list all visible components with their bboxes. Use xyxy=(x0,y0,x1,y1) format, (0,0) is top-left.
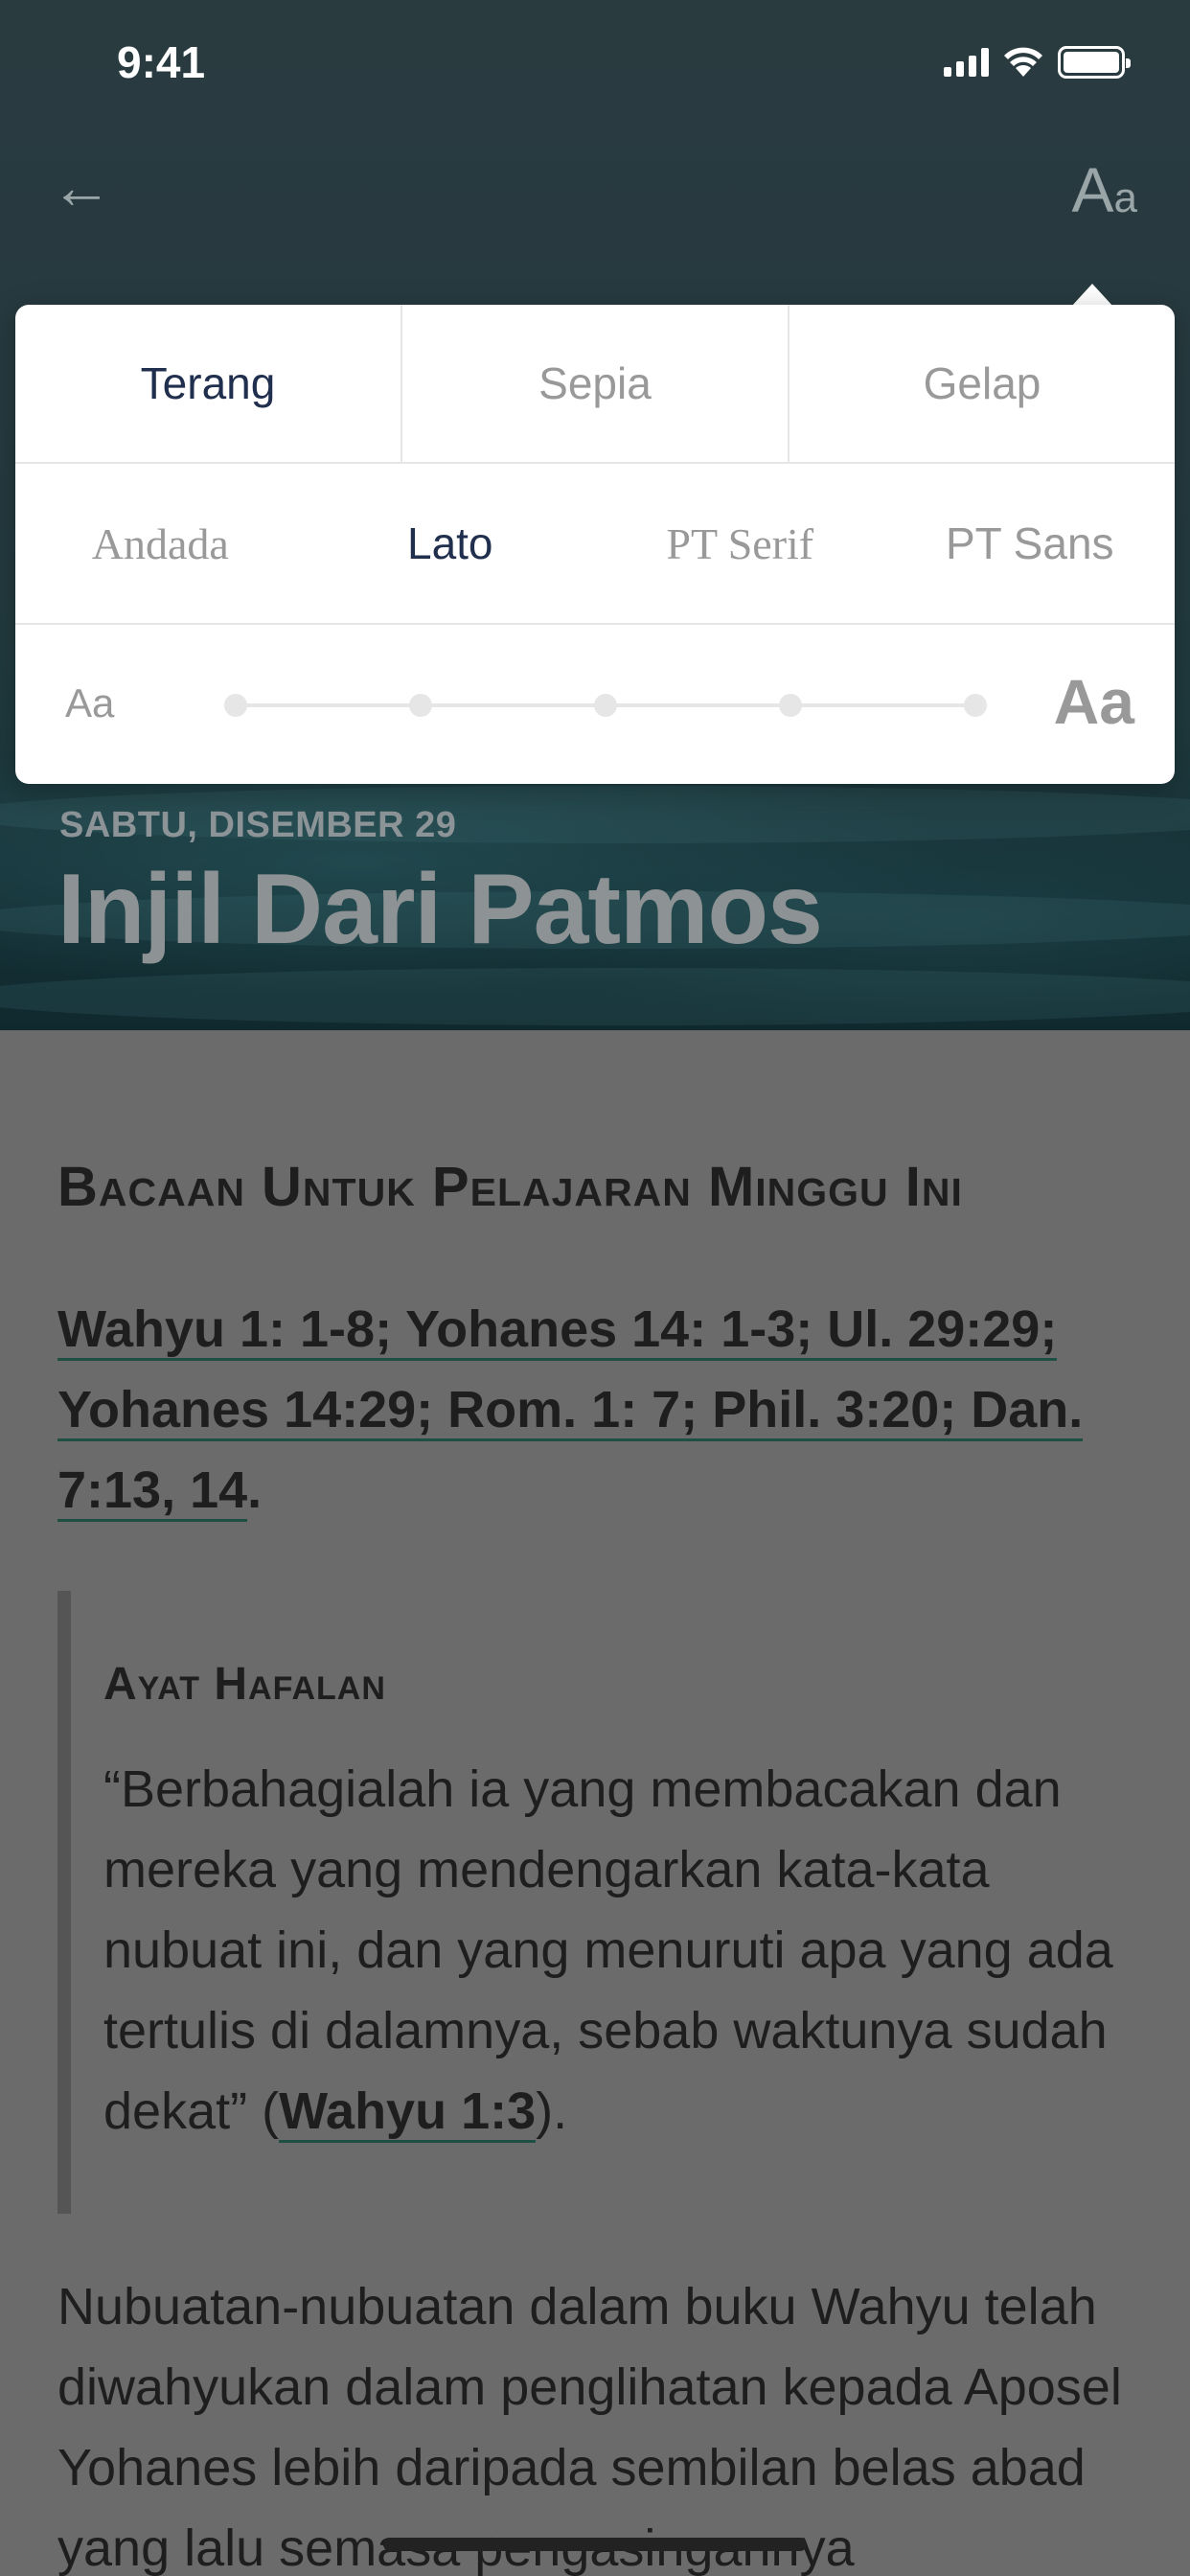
theme-option-sepia[interactable]: Sepia xyxy=(400,305,788,462)
font-size-step[interactable] xyxy=(224,694,247,717)
font-option-lato[interactable]: Lato xyxy=(306,464,596,623)
readings-end: . xyxy=(247,1461,263,1519)
section-title: Bacaan Untuk Pelajaran Minggu Ini xyxy=(57,1156,963,1218)
font-option-pt-sans[interactable]: PT Sans xyxy=(885,464,1176,623)
status-bar: 9:41 xyxy=(0,0,1190,129)
font-settings-button[interactable]: Aa xyxy=(1071,151,1137,237)
memory-verse-end: ). xyxy=(536,2082,568,2140)
water-wave xyxy=(0,968,1190,1025)
font-size-step[interactable] xyxy=(779,694,802,717)
memory-verse-text: “Berbahagialah ia yang membacakan dan me… xyxy=(103,1749,1131,2151)
readings-paragraph: Wahyu 1: 1-8; Yohanes 14: 1-3; Ul. 29:29… xyxy=(57,1289,1131,1530)
memory-verse-quote: “Berbahagialah ia yang membacakan dan me… xyxy=(103,1760,1113,2140)
body-paragraph: Nubuatan-nubuatan dalam buku Wahyu telah… xyxy=(57,2278,1122,2576)
battery-icon xyxy=(1058,46,1131,79)
reading-link[interactable]: Wahyu 1: 1-8; Yohanes 14: 1-3; Ul. 29:29… xyxy=(57,1300,1058,1361)
font-size-large-label: Aa xyxy=(1053,666,1134,737)
back-arrow-icon[interactable]: ← xyxy=(48,153,115,220)
font-option-andada[interactable]: Andada xyxy=(15,464,306,623)
lesson-content: Bacaan Untuk Pelajaran Minggu Ini Wahyu … xyxy=(0,1030,1190,2576)
font-option-pt-serif[interactable]: PT Serif xyxy=(595,464,885,623)
reading-link[interactable]: Yohanes 14:29; Rom. 1: 7; Phil. 3:20; Da… xyxy=(57,1381,1084,1441)
memory-verse-block: Ayat Hafalan “Berbahagialah ia yang memb… xyxy=(57,1591,1131,2214)
reading-link[interactable]: 7:13, 14 xyxy=(57,1461,248,1522)
popover-arrow xyxy=(1071,284,1113,307)
theme-option-terang[interactable]: Terang xyxy=(15,305,400,462)
font-size-step[interactable] xyxy=(409,694,432,717)
font-settings-icon-small: a xyxy=(1113,174,1137,221)
memory-verse-link[interactable]: Wahyu 1:3 xyxy=(279,2082,537,2143)
wifi-icon xyxy=(1004,47,1042,77)
font-selector: Andada Lato PT Serif PT Sans xyxy=(15,464,1175,625)
reading-settings-popover: Terang Sepia Gelap Andada Lato PT Serif … xyxy=(15,305,1175,784)
status-time: 9:41 xyxy=(117,37,206,87)
home-indicator[interactable] xyxy=(383,2538,807,2551)
font-size-small-label: Aa xyxy=(65,680,115,725)
memory-verse-title: Ayat Hafalan xyxy=(103,1659,386,1710)
theme-option-gelap[interactable]: Gelap xyxy=(788,305,1175,462)
lesson-date: SABTU, DISEMBER 29 xyxy=(59,805,457,845)
status-icons xyxy=(944,46,1131,79)
font-settings-icon-big: A xyxy=(1071,154,1114,225)
font-size-step[interactable] xyxy=(594,694,617,717)
lesson-title: Injil Dari Patmos xyxy=(57,854,823,965)
font-size-selector: Aa Aa xyxy=(15,625,1175,784)
signal-icon xyxy=(944,48,989,77)
font-size-step[interactable] xyxy=(964,694,987,717)
theme-selector: Terang Sepia Gelap xyxy=(15,305,1175,464)
